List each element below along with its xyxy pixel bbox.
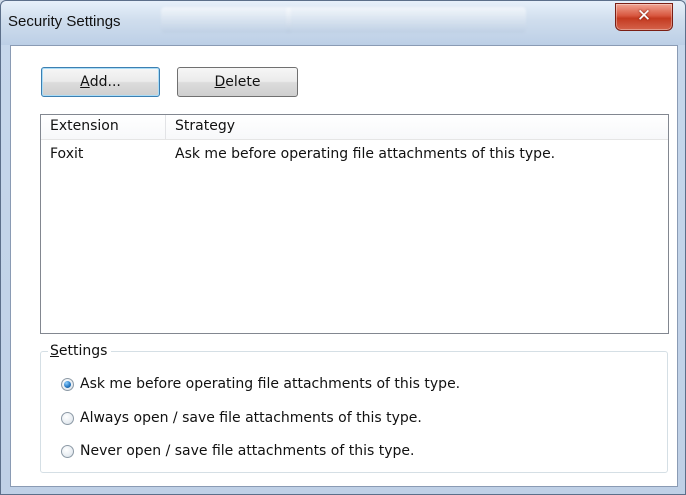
option-label: Never open / save file attachments of th… <box>80 443 415 459</box>
settings-group-label: Settings <box>48 343 112 359</box>
blurred-background <box>161 7 291 33</box>
delete-button[interactable]: Delete <box>177 67 298 97</box>
table-row[interactable]: Foxit Ask me before operating file attac… <box>41 144 668 166</box>
close-button[interactable]: ✕ <box>615 3 673 31</box>
window-title: Security Settings <box>8 13 121 30</box>
option-label: Always open / save file attachments of t… <box>80 410 422 426</box>
add-button[interactable]: Add... <box>41 67 160 97</box>
option-never-open[interactable]: Never open / save file attachments of th… <box>61 441 414 461</box>
column-divider[interactable] <box>165 115 166 139</box>
attachment-strategy-list[interactable]: Extension Strategy Foxit Ask me before o… <box>40 114 669 334</box>
radio-icon[interactable] <box>61 444 74 458</box>
delete-button-label: elete <box>225 74 261 90</box>
close-icon: ✕ <box>636 6 652 26</box>
dialog-client-area: Add... Delete Extension Strategy Foxit A… <box>10 45 678 487</box>
option-label: Ask me before operating file attachments… <box>80 376 461 392</box>
add-button-label: dd... <box>89 74 121 90</box>
column-header-extension[interactable]: Extension <box>50 118 119 134</box>
column-header-strategy[interactable]: Strategy <box>175 118 235 134</box>
title-bar[interactable]: Security Settings ✕ <box>1 1 685 45</box>
blurred-background <box>286 7 526 33</box>
option-always-open[interactable]: Always open / save file attachments of t… <box>61 408 422 428</box>
row-extension: Foxit <box>50 146 84 162</box>
list-header: Extension Strategy <box>41 115 668 140</box>
row-strategy: Ask me before operating file attachments… <box>175 146 556 162</box>
security-settings-dialog: Security Settings ✕ Add... Delete Extens… <box>0 0 686 495</box>
delete-button-accel: D <box>214 74 226 90</box>
add-button-accel: A <box>80 74 90 90</box>
radio-icon[interactable] <box>61 411 74 425</box>
option-ask-before[interactable]: Ask me before operating file attachments… <box>61 374 460 394</box>
radio-icon[interactable] <box>61 377 74 391</box>
settings-legend-rest: ettings <box>58 343 108 359</box>
settings-accel: S <box>50 343 59 359</box>
